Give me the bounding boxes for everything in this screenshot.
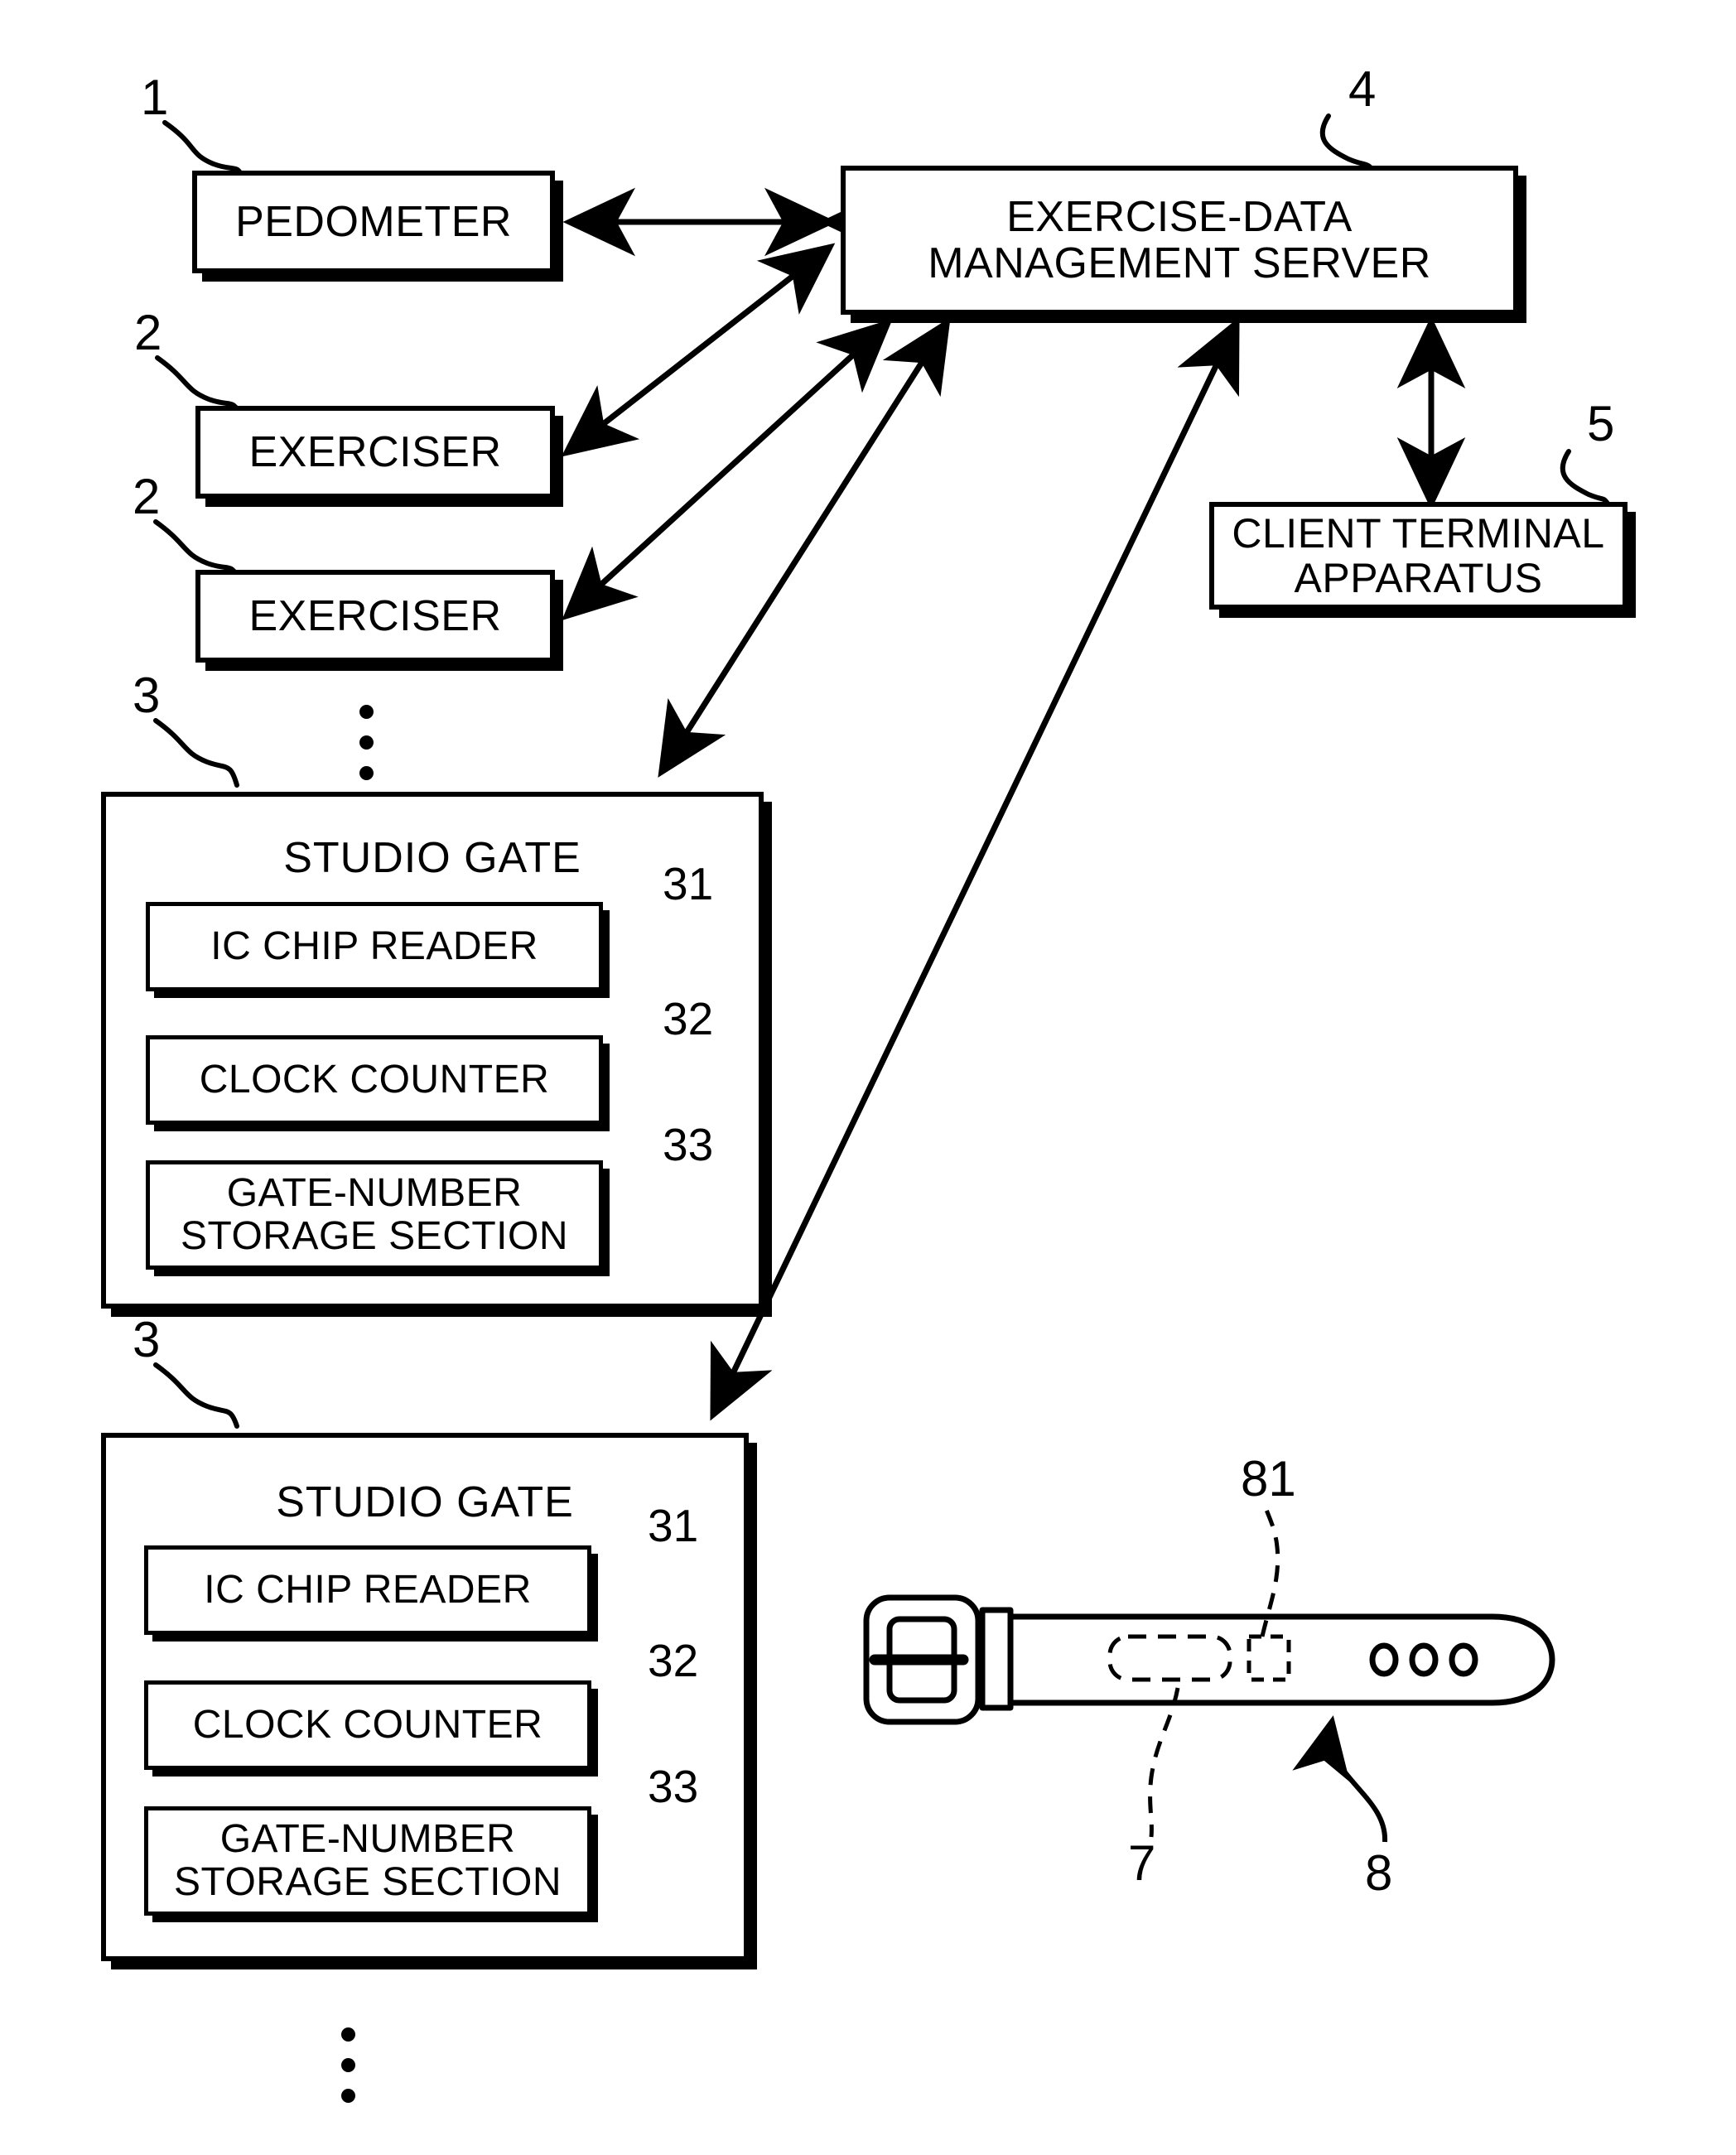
block-client-terminal-apparatus[interactable]: CLIENT TERMINAL APPARATUS <box>1209 502 1628 610</box>
ref-numeral-31-upper: 31 <box>663 858 714 909</box>
studio-gate-1-clock-counter-label: CLOCK COUNTER <box>199 1058 550 1102</box>
arrow-studio-gate-2-server <box>710 316 1240 1421</box>
leader-ref-4 <box>1319 113 1377 175</box>
block-pedometer-label: PEDOMETER <box>235 197 512 246</box>
ref-numeral-7: 7 <box>1128 1835 1156 1891</box>
figure-canvas: PEDOMETER 1 EXERCISER 2 EXERCISER 2 EXER… <box>0 0 1736 2155</box>
studio-gate-2-gate-number-storage-section[interactable]: GATE-NUMBER STORAGE SECTION <box>144 1806 591 1916</box>
block-server-label: EXERCISE-DATA MANAGEMENT SERVER <box>928 192 1431 287</box>
ref-numeral-3-upper: 3 <box>133 668 161 723</box>
ref-numeral-33-lower: 33 <box>648 1761 699 1812</box>
studio-gate-1-ic-chip-reader-label: IC CHIP READER <box>210 924 538 969</box>
ref-numeral-81: 81 <box>1241 1451 1296 1507</box>
ref-numeral-33-upper: 33 <box>663 1119 714 1170</box>
belt-illustration <box>863 1507 1555 1843</box>
studio-gate-2-ic-chip-reader[interactable]: IC CHIP READER <box>144 1545 591 1635</box>
arrow-studio-gate-1-server <box>658 317 951 778</box>
studio-gate-1-ic-chip-reader[interactable]: IC CHIP READER <box>146 902 603 991</box>
arrow-exerciser1-server <box>561 243 836 457</box>
ref-numeral-1: 1 <box>141 70 169 125</box>
leader-ref-3a <box>153 718 239 788</box>
studio-gate-1-title: STUDIO GATE <box>283 834 581 882</box>
leader-ref-3b <box>153 1362 239 1429</box>
leader-ref-2a <box>155 355 241 414</box>
ref-numeral-2-lower: 2 <box>133 469 161 524</box>
block-exerciser-1[interactable]: EXERCISER <box>195 406 555 499</box>
block-exercise-data-management-server[interactable]: EXERCISE-DATA MANAGEMENT SERVER <box>841 166 1518 315</box>
studio-gate-2-ic-chip-reader-label: IC CHIP READER <box>204 1568 532 1613</box>
ref-numeral-31-lower: 31 <box>648 1500 699 1551</box>
block-pedometer[interactable]: PEDOMETER <box>192 171 555 273</box>
arrow-exerciser2-server <box>562 318 893 621</box>
ref-numeral-5: 5 <box>1587 396 1615 451</box>
studio-gate-1-gate-number-storage-section[interactable]: GATE-NUMBER STORAGE SECTION <box>146 1160 603 1270</box>
studio-gate-1-clock-counter[interactable]: CLOCK COUNTER <box>146 1035 603 1125</box>
ref-numeral-4: 4 <box>1348 61 1377 117</box>
studio-gate-2-clock-counter-label: CLOCK COUNTER <box>192 1703 543 1748</box>
ref-numeral-3-lower: 3 <box>133 1312 161 1367</box>
studio-gate-2-gate-number-storage-label: GATE-NUMBER STORAGE SECTION <box>173 1817 562 1904</box>
block-exerciser-1-label: EXERCISER <box>248 427 502 476</box>
vertical-ellipsis-exercisers <box>359 705 374 797</box>
studio-gate-2-clock-counter[interactable]: CLOCK COUNTER <box>144 1680 591 1770</box>
ref-numeral-32-upper: 32 <box>663 993 714 1044</box>
ref-numeral-8: 8 <box>1365 1845 1393 1901</box>
ref-numeral-32-lower: 32 <box>648 1635 699 1686</box>
ref-numeral-2-upper: 2 <box>134 305 162 360</box>
block-exerciser-2-label: EXERCISER <box>248 591 502 640</box>
studio-gate-1-gate-number-storage-label: GATE-NUMBER STORAGE SECTION <box>180 1171 569 1258</box>
leader-ref-2b <box>153 519 239 578</box>
leader-ref-5 <box>1560 449 1613 509</box>
block-client-terminal-label: CLIENT TERMINAL APPARATUS <box>1232 510 1605 601</box>
leader-ref-1 <box>162 120 244 179</box>
block-exerciser-2[interactable]: EXERCISER <box>195 570 555 663</box>
vertical-ellipsis-studio-gates <box>341 2027 355 2119</box>
